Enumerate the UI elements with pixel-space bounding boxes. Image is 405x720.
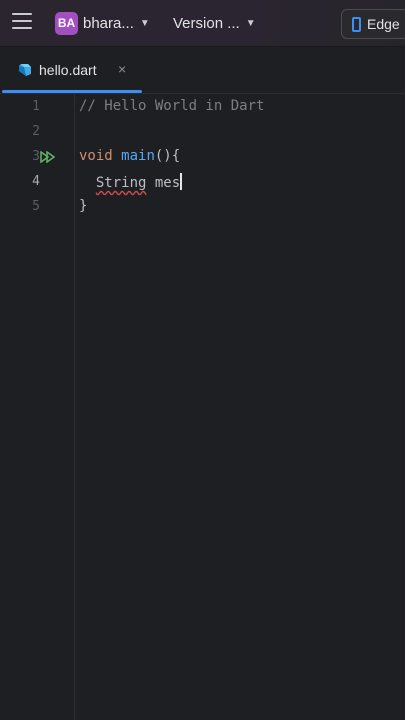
tab-hello-dart[interactable]: hello.dart × <box>0 47 142 93</box>
device-label: Edge <box>367 16 400 32</box>
tab-label: hello.dart <box>39 62 97 78</box>
line-number: 2 <box>32 124 40 139</box>
title-bar: BA bhara... ▼ Version ... ▼ Edge <box>0 0 405 47</box>
code-line: 3 void main(){ <box>0 145 405 170</box>
code-text: String mes <box>79 173 183 191</box>
line-number: 5 <box>32 199 40 214</box>
code-text: void main(){ <box>79 148 180 164</box>
project-name: bhara... <box>83 14 134 32</box>
line-number: 1 <box>32 99 40 114</box>
line-number: 3 <box>32 149 40 164</box>
code-line-current: 4 String mes <box>0 170 405 195</box>
identifier-token: mes <box>146 175 181 191</box>
code-line: 5 } <box>0 195 405 220</box>
run-icon[interactable] <box>40 151 58 163</box>
device-selector[interactable]: Edge <box>341 9 405 39</box>
main-menu-icon[interactable] <box>12 13 32 31</box>
code-editor[interactable]: 1 // Hello World in Dart 2 3 void main()… <box>0 94 405 720</box>
editor-tab-bar: hello.dart × <box>0 47 405 94</box>
chevron-down-icon: ▼ <box>245 17 256 29</box>
code-text: } <box>79 198 87 214</box>
closing-brace-token: } <box>79 198 88 214</box>
punctuation-token: (){ <box>154 148 181 164</box>
keyword-token: void <box>79 148 113 164</box>
dart-icon <box>19 64 31 76</box>
line-number: 4 <box>32 174 40 189</box>
version-control-label: Version ... <box>173 14 240 32</box>
project-avatar: BA <box>55 11 78 35</box>
comment-token: // Hello World in Dart <box>79 98 265 114</box>
function-token: main <box>121 148 155 164</box>
type-token: String <box>95 175 147 191</box>
project-selector[interactable]: BA bhara... ▼ <box>55 11 150 35</box>
code-line: 1 // Hello World in Dart <box>0 95 405 120</box>
phone-icon <box>352 16 361 32</box>
code-line: 2 <box>0 120 405 145</box>
active-tab-indicator <box>2 90 142 93</box>
version-control-selector[interactable]: Version ... ▼ <box>173 11 256 35</box>
code-text: // Hello World in Dart <box>79 98 264 114</box>
close-icon[interactable]: × <box>118 61 126 77</box>
text-cursor <box>180 173 183 190</box>
chevron-down-icon: ▼ <box>139 17 150 29</box>
